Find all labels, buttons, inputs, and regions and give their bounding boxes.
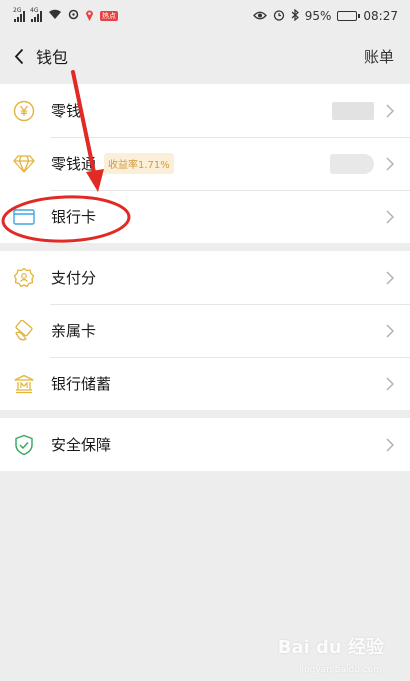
nav-left: 钱包	[14, 44, 68, 68]
battery-percent: 95%	[304, 9, 332, 23]
row-label: 银行储蓄	[51, 375, 112, 393]
page-title: 钱包	[36, 48, 69, 67]
row-change-plus[interactable]: 零钱通 收益率1.71%	[0, 137, 410, 190]
sync-icon	[68, 9, 79, 23]
location-pin-icon	[85, 9, 94, 24]
chevron-right-icon	[386, 270, 396, 285]
hotspot-badge: 热点	[100, 11, 118, 21]
navigation-bar: 钱包 账单	[0, 32, 410, 80]
row-label: 零钱	[51, 102, 82, 120]
bank-card-icon	[12, 205, 36, 229]
chevron-right-icon	[386, 103, 396, 118]
bank-savings-icon	[12, 372, 36, 396]
yield-rate-badge: 收益率1.71%	[104, 153, 174, 174]
status-bar: 2G 4G 热点 95% 08:27	[0, 0, 410, 32]
battery-icon	[337, 11, 361, 21]
signal-strength-icon: 4G	[30, 7, 42, 22]
back-arrow-icon[interactable]	[14, 48, 24, 65]
chevron-right-icon	[386, 156, 396, 171]
score-icon	[12, 266, 36, 290]
wallet-group-services: 支付分 亲属卡 银行储蓄	[0, 251, 410, 410]
chevron-right-icon	[386, 323, 396, 338]
row-bank-savings[interactable]: 银行储蓄	[0, 357, 410, 410]
yuan-icon	[12, 99, 36, 123]
row-label: 安全保障	[51, 436, 112, 454]
row-label: 零钱通	[51, 155, 97, 173]
shield-icon	[12, 433, 36, 457]
network-type-label: 2G	[13, 6, 22, 14]
row-change[interactable]: 零钱	[0, 84, 410, 137]
row-label: 支付分	[51, 269, 97, 287]
status-left: 2G 4G 热点	[13, 7, 118, 24]
row-security[interactable]: 安全保障	[0, 418, 410, 471]
row-family-card[interactable]: 亲属卡	[0, 304, 410, 357]
hidden-balance	[332, 101, 374, 120]
chevron-right-icon	[386, 437, 396, 452]
clock-time: 08:27	[363, 9, 398, 23]
row-label: 亲属卡	[51, 322, 97, 340]
bill-button[interactable]: 账单	[364, 46, 394, 67]
status-right: 95% 08:27	[252, 8, 398, 24]
chevron-right-icon	[386, 209, 396, 224]
wifi-icon	[48, 9, 62, 23]
family-card-icon	[12, 319, 36, 343]
row-bank-card[interactable]: 银行卡	[0, 190, 410, 243]
diamond-icon	[12, 152, 36, 176]
signal-strength-icon: 2G	[13, 7, 25, 22]
row-label: 银行卡	[51, 208, 97, 226]
bluetooth-icon	[291, 8, 299, 24]
wallet-group-funds: 零钱 零钱通 收益率1.71% 银行卡	[0, 84, 410, 243]
row-pay-score[interactable]: 支付分	[0, 251, 410, 304]
alarm-icon	[273, 9, 285, 24]
hidden-balance	[330, 153, 374, 174]
eye-icon	[252, 9, 267, 23]
watermark-url: jingyan.baidu.com	[298, 665, 382, 675]
watermark: Bai du 经验	[277, 637, 384, 658]
network-type-label: 4G	[30, 6, 39, 14]
chevron-right-icon	[386, 376, 396, 391]
wallet-group-security: 安全保障	[0, 418, 410, 471]
